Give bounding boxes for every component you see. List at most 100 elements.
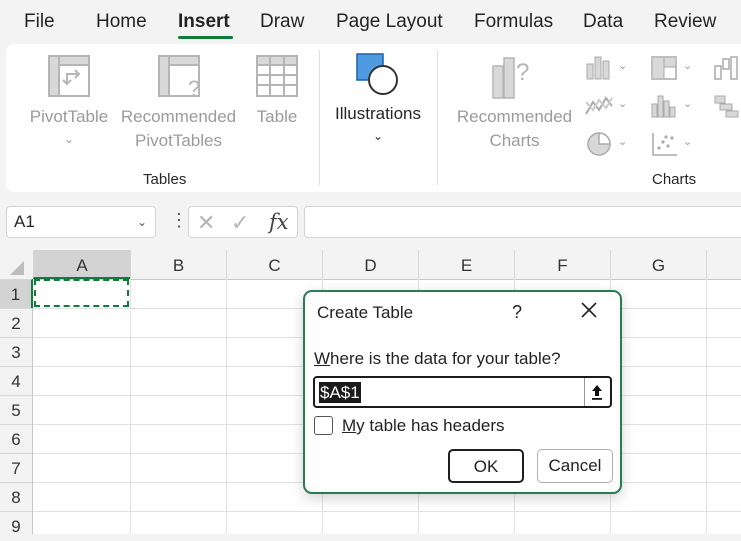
charts-group-label: Charts [652,171,697,188]
table-label: Table [256,107,298,126]
recommended-pivottables-icon: ? [158,55,200,100]
ok-button[interactable]: OK [448,449,524,483]
row-header-9[interactable]: 9 [0,511,33,536]
illustrations-icon [356,53,398,95]
tab-home[interactable]: Home [96,11,147,33]
gridline [33,511,741,512]
headers-checkbox-accel: M [342,416,357,435]
row-header-7[interactable]: 7 [0,453,33,482]
recommended-charts-button[interactable]: Recommended Charts [452,105,577,153]
gridline [130,279,131,534]
active-tab-indicator [178,36,233,39]
chevron-down-icon[interactable]: ⌄ [137,207,147,237]
range-input-value: $A$1 [319,382,361,403]
pivottable-icon [48,55,90,97]
pie-chart-icon[interactable] [584,130,614,158]
chevron-down-icon: ⌄ [63,132,75,146]
chevron-down-icon[interactable]: ⌄ [618,59,627,72]
column-chart-icon[interactable] [584,54,614,82]
chevron-down-icon: ⌄ [372,129,384,143]
recommended-pivottables-label-2: PivotTables [135,131,222,150]
pivottable-button[interactable]: PivotTable ⌄ [24,105,114,145]
tab-file[interactable]: File [24,11,55,33]
gridline [226,279,227,534]
svg-text:?: ? [516,59,529,86]
chevron-down-icon[interactable]: ⌄ [618,97,627,110]
waterfall-chart-icon[interactable] [712,54,741,82]
svg-text:?: ? [188,76,200,100]
more-options-icon[interactable]: ⋮ [170,210,188,231]
statistic-chart-icon[interactable] [649,92,679,120]
chevron-down-icon[interactable]: ⌄ [683,97,692,110]
tab-data[interactable]: Data [583,11,623,33]
formula-input[interactable] [304,206,741,238]
cancel-button[interactable]: Cancel [537,449,613,483]
headers-checkbox[interactable] [314,416,333,435]
table-icon [256,55,298,97]
line-chart-icon[interactable] [584,92,614,120]
pivottable-label: PivotTable [29,107,109,126]
row-header-3[interactable]: 3 [0,337,33,366]
name-box-value: A1 [14,212,35,231]
collapse-arrow-icon [592,385,602,400]
tables-group-label: Tables [143,171,187,188]
close-icon[interactable] [577,298,601,322]
recommended-pivottables-button[interactable]: Recommended PivotTables [116,105,241,153]
column-header-d[interactable]: D [322,250,418,279]
insert-function-icon[interactable]: fx [269,210,289,234]
ribbon-separator [319,50,320,185]
chevron-down-icon[interactable]: ⌄ [683,135,692,148]
name-box[interactable]: A1 ⌄ [6,206,156,238]
recommended-charts-icon: ? [492,57,529,99]
recommended-charts-label-1: Recommended [456,107,573,126]
active-cell-a1[interactable] [34,279,129,307]
combo-chart-icon[interactable] [712,92,741,120]
tab-page-layout[interactable]: Page Layout [336,11,443,33]
row-header-8[interactable]: 8 [0,482,33,511]
chevron-down-icon[interactable]: ⌄ [618,135,627,148]
scatter-chart-icon[interactable] [649,130,679,158]
column-header-b[interactable]: B [130,250,226,279]
menu-tabs: File Home Insert Draw Page Layout Formul… [0,0,741,44]
ribbon: PivotTable ⌄ ? Recommended PivotTables T… [6,44,741,192]
headers-checkbox-label[interactable]: My table has headers [342,416,505,436]
range-prompt: Where is the data for your table? [314,349,561,369]
row-header-6[interactable]: 6 [0,424,33,453]
cancel-icon[interactable]: ✕ [197,210,215,236]
row-header-2[interactable]: 2 [0,308,33,337]
column-header-g[interactable]: G [610,250,706,279]
table-button[interactable]: Table [246,105,308,129]
column-header-c[interactable]: C [226,250,322,279]
column-header-h[interactable] [706,250,741,279]
dialog-title: Create Table [317,303,414,322]
range-prompt-accel: W [314,349,331,368]
tab-insert[interactable]: Insert [178,11,230,33]
collapse-dialog-button[interactable] [584,378,610,406]
hierarchy-chart-icon[interactable] [649,54,679,82]
illustrations-button[interactable]: Illustrations ⌄ [328,102,428,142]
recommended-pivottables-label-1: Recommended [120,107,237,126]
range-prompt-text: here is the data for your table? [330,349,561,368]
column-header-a[interactable]: A [33,250,130,279]
enter-icon[interactable]: ✓ [231,210,249,236]
illustrations-label: Illustrations [335,104,421,123]
row-header-5[interactable]: 5 [0,395,33,424]
tab-draw[interactable]: Draw [260,11,304,33]
tab-review[interactable]: Review [654,11,716,33]
row-header-1[interactable]: 1 [0,279,33,308]
ribbon-separator [437,50,438,185]
range-input[interactable]: $A$1 [313,376,612,408]
tab-formulas[interactable]: Formulas [474,11,553,33]
column-headers: A B C D E F G [0,250,741,280]
recommended-charts-label-2: Charts [489,131,540,150]
column-header-e[interactable]: E [418,250,514,279]
help-button[interactable]: ? [512,302,522,323]
chevron-down-icon[interactable]: ⌄ [683,59,692,72]
column-header-f[interactable]: F [514,250,610,279]
select-all-icon [10,261,24,275]
formula-tools: ✕ ✓ fx [188,206,298,238]
row-header-4[interactable]: 4 [0,366,33,395]
gridline [706,279,707,534]
select-all-button[interactable] [0,250,33,279]
headers-checkbox-text: y table has headers [356,416,505,435]
